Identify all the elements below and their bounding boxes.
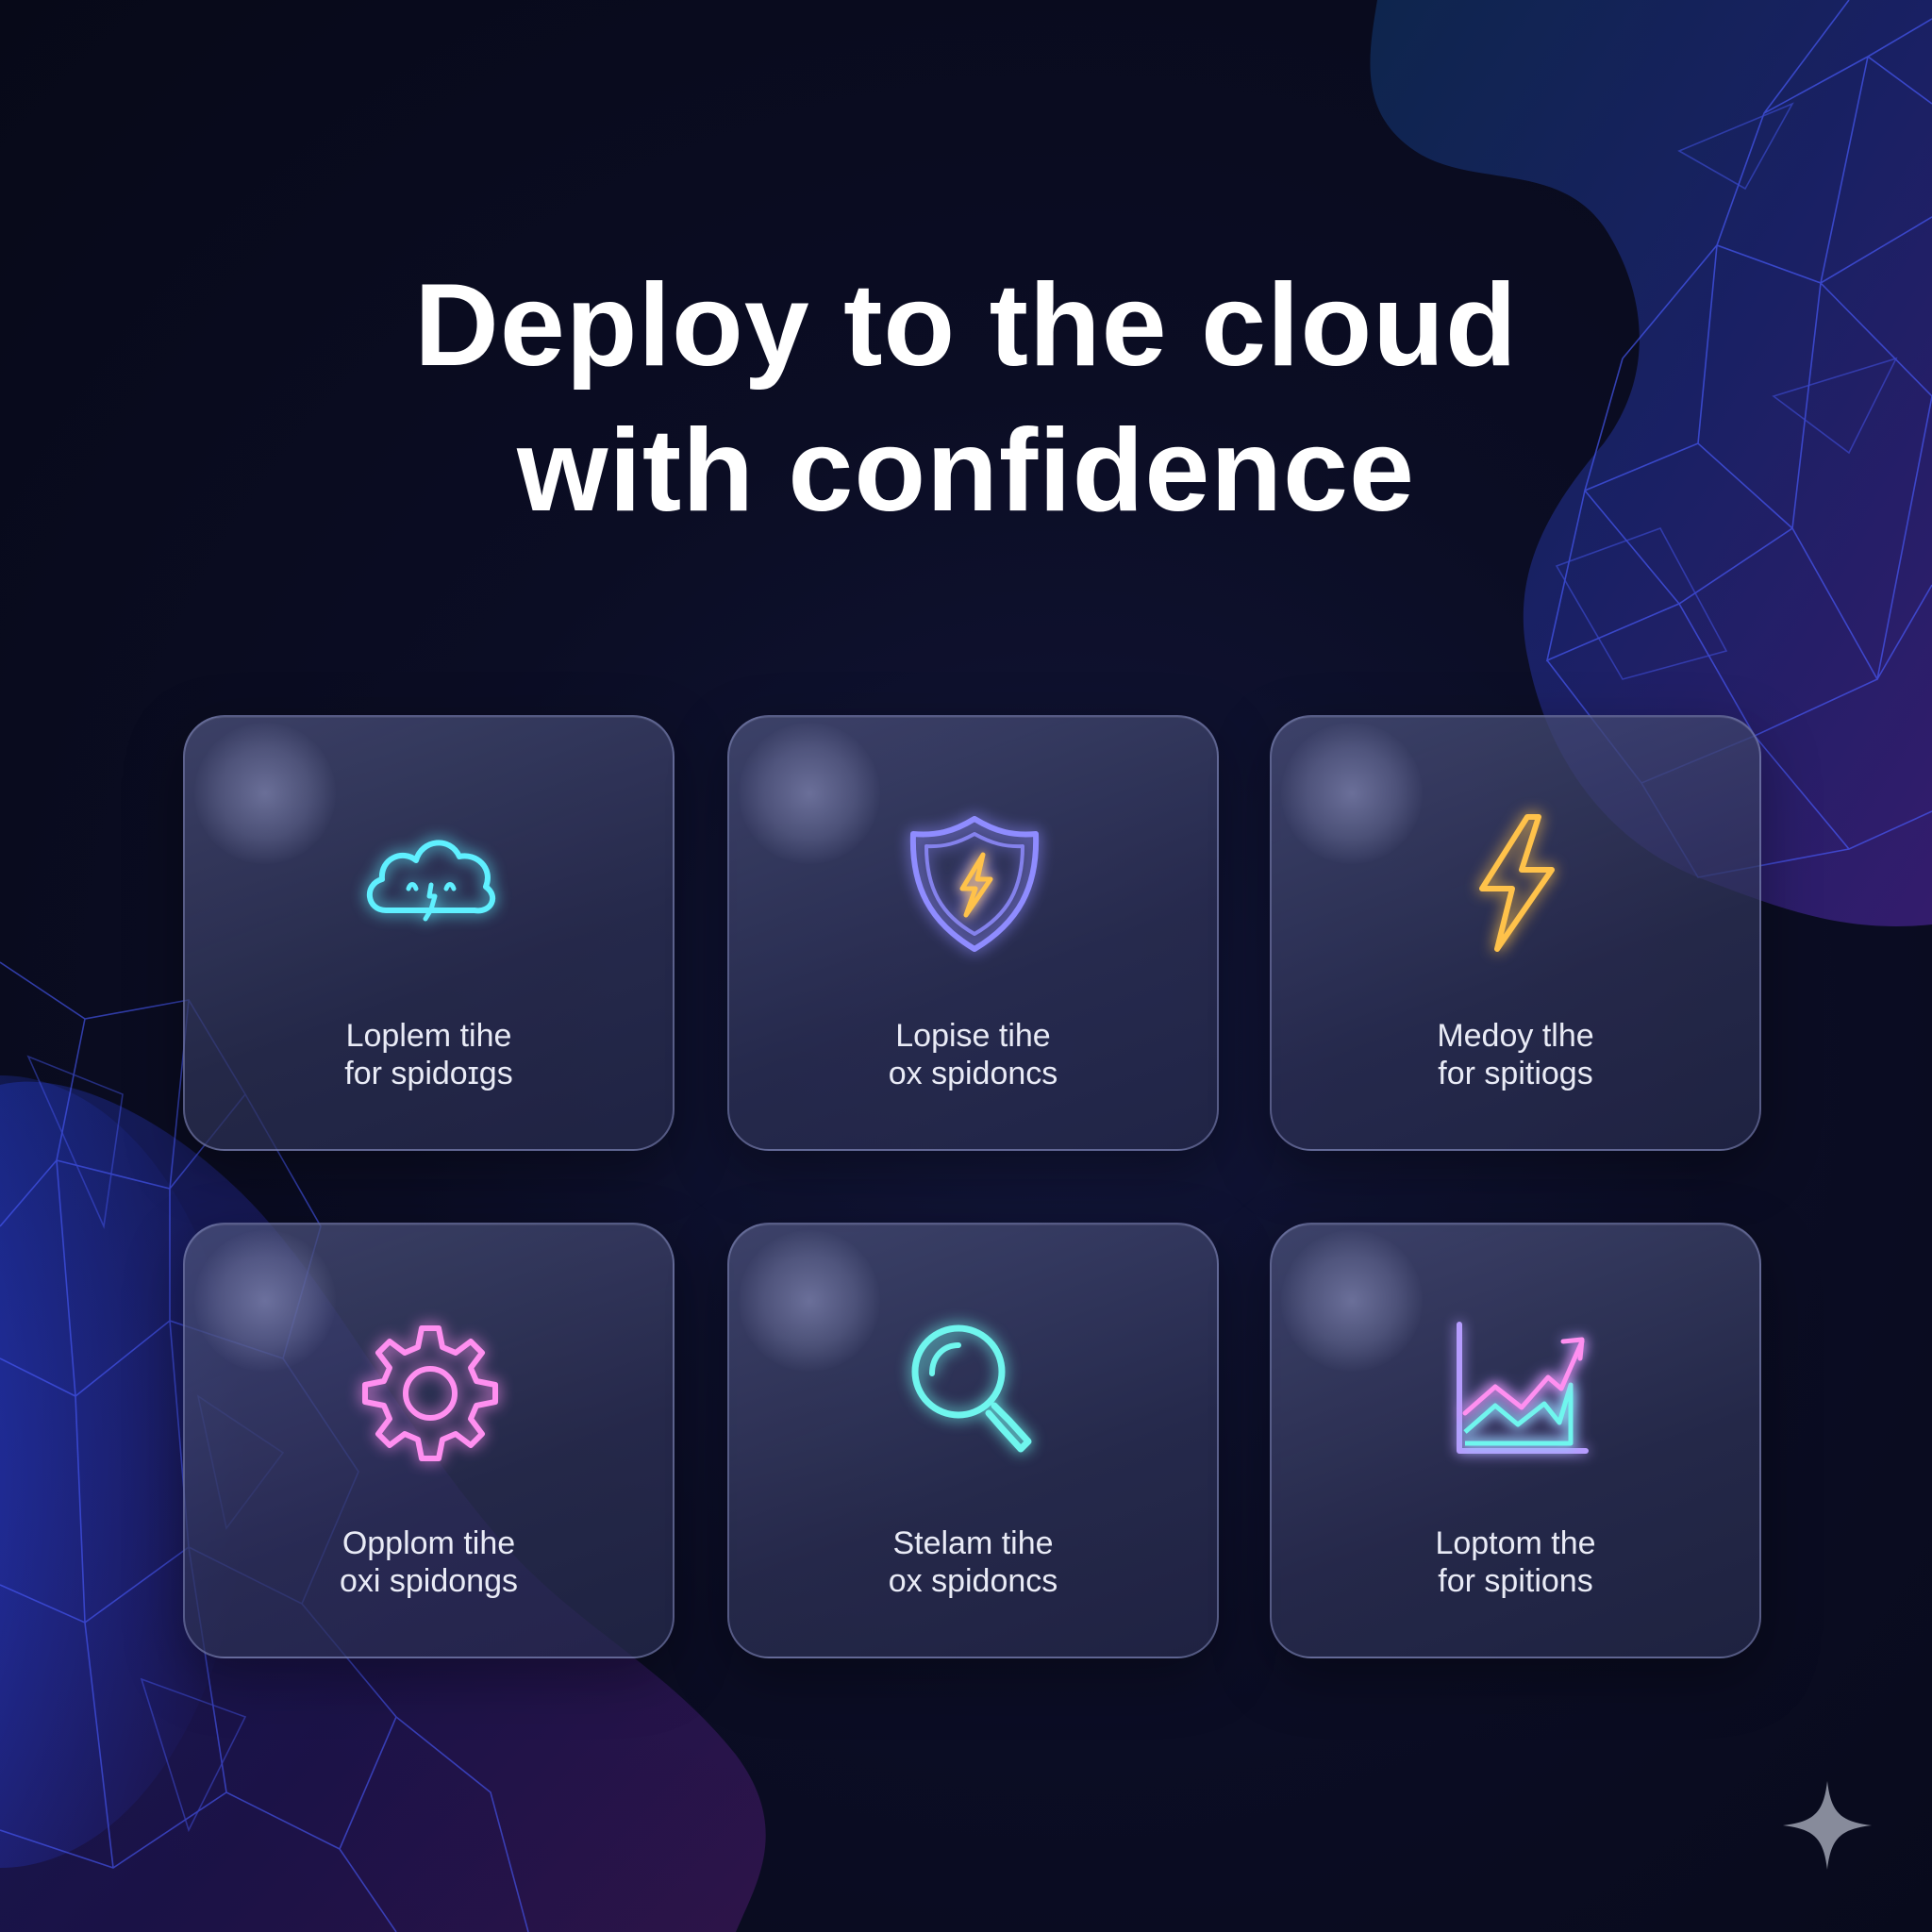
gear-icon <box>359 1319 501 1461</box>
card-highlight <box>1281 723 1423 864</box>
sparkle-icon <box>1782 1780 1873 1871</box>
card-highlight <box>739 723 880 864</box>
card-highlight <box>739 1230 880 1372</box>
headline-line-1: Deploy to the cloud <box>414 260 1518 391</box>
headline: Deploy to the cloud with confidence <box>0 253 1932 543</box>
feature-card-magnifier[interactable]: Stelam tihe ox spidoncs <box>727 1223 1219 1658</box>
card-label: Opplom tihe oxi spidongs <box>339 1525 518 1599</box>
feature-card-shield[interactable]: Lopise tihe ox spidoncs <box>727 715 1219 1151</box>
lightning-bolt-icon <box>1446 811 1588 953</box>
card-label: Medoy tlhe for spitiogs <box>1437 1018 1594 1091</box>
line-chart-icon <box>1446 1319 1589 1460</box>
feature-card-lightning[interactable]: Medoy tlhe for spitiogs <box>1270 715 1761 1151</box>
feature-card-gear[interactable]: Opplom tihe oxi spidongs <box>183 1223 675 1658</box>
card-highlight <box>194 723 336 864</box>
card-label: Loptom the for spitions <box>1435 1525 1596 1599</box>
card-highlight <box>194 1230 336 1372</box>
card-highlight <box>1281 1230 1423 1372</box>
magnifier-icon <box>904 1319 1045 1460</box>
feature-card-cloud[interactable]: Loplem tihe for spidoɪgs <box>183 715 675 1151</box>
card-label: Stelam tihe ox spidoncs <box>888 1525 1058 1599</box>
cloud-icon <box>359 811 501 953</box>
feature-card-chart[interactable]: Loptom the for spitions <box>1270 1223 1761 1658</box>
shield-bolt-icon <box>904 811 1045 953</box>
card-label: Loplem tihe for spidoɪgs <box>344 1018 513 1091</box>
headline-line-2: with confidence <box>517 406 1415 536</box>
card-label: Lopise tihe ox spidoncs <box>888 1018 1058 1091</box>
